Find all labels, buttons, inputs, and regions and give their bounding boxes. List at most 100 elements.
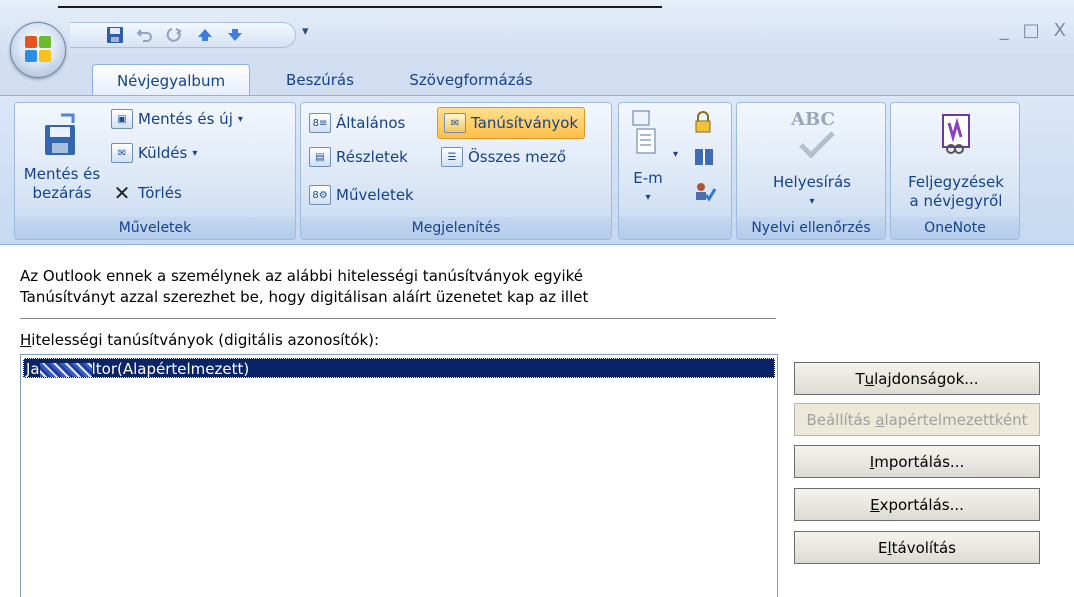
chevron-down-icon: ▾ (192, 147, 198, 159)
send-label: Küldés (138, 144, 188, 162)
save-close-button[interactable]: Mentés és bezárás (23, 109, 101, 217)
btn-text: xportálás... (879, 495, 964, 514)
ribbon: Mentés és bezárás ▣ Mentés és új ▾ ✉ Kül… (0, 95, 1074, 245)
set-default-button[interactable]: Beállítás a lapértelmezettként (794, 403, 1040, 436)
onenote-label-2: a névjegyről (909, 192, 1003, 210)
remove-button[interactable]: El távolítás (794, 531, 1040, 564)
office-button[interactable] (10, 22, 66, 78)
group-muveletek: Mentés és bezárás ▣ Mentés és új ▾ ✉ Kül… (14, 102, 296, 240)
ribbon-tab-row: Névjegyalbum Beszúrás Szövegformázás ? (0, 54, 1074, 142)
title-bar: ▾ _ □ X (0, 0, 1074, 54)
arrow-down-icon[interactable] (220, 23, 250, 47)
delete-button[interactable]: ✕ Törlés (111, 181, 182, 205)
btn-text: lapértelmezettként (884, 410, 1028, 429)
activities-button[interactable]: 8⚙ Műveletek (309, 185, 414, 205)
group-label-megjelenites: Megjelenítés (301, 217, 611, 239)
onenote-label-1: Feljegyzések (908, 173, 1004, 191)
general-label: Általános (336, 114, 406, 132)
close-button[interactable]: X (1054, 20, 1066, 41)
spelling-abc-text: ABC (791, 109, 835, 130)
chevron-down-icon: ▾ (645, 192, 651, 203)
minimize-button[interactable]: _ (1000, 20, 1009, 41)
export-button[interactable]: Exportálás... (794, 488, 1040, 521)
redo-icon[interactable] (160, 23, 190, 47)
save-new-icon: ▣ (111, 109, 133, 129)
access-key: u (864, 369, 875, 388)
group-megjelenites: 8≡ Általános ✉ Tanúsítványok ▤ Részletek… (300, 102, 612, 240)
chevron-down-icon: ▾ (237, 113, 243, 125)
certificates-list-label: Hitelességi tanúsítványok (digitális azo… (20, 331, 379, 349)
activities-icon: 8⚙ (309, 185, 331, 205)
activities-label: Műveletek (336, 186, 414, 204)
spelling-label: Helyesírás (773, 173, 851, 191)
cert-name-prefix: Ja (26, 360, 40, 378)
certificates-button[interactable]: ✉ Tanúsítványok (437, 107, 586, 139)
spelling-button[interactable]: ABC Helyesírás ▾ (757, 107, 867, 215)
contact-check-icon[interactable] (693, 181, 717, 207)
arrow-up-icon[interactable] (190, 23, 220, 47)
tab-beszuras[interactable]: Beszúrás (272, 64, 368, 96)
access-key: H (20, 331, 32, 349)
quick-access-toolbar (70, 22, 296, 48)
tab-szovegformazas[interactable]: Szövegformázás (392, 64, 550, 96)
delete-label: Törlés (138, 184, 182, 202)
import-button[interactable]: Importálás... (794, 445, 1040, 478)
group-label-onenote: OneNote (891, 217, 1019, 239)
chevron-down-icon[interactable]: ▾ (673, 149, 678, 160)
btn-text: távolítás (891, 538, 956, 557)
save-close-icon (45, 113, 75, 155)
address-book-icon[interactable] (693, 147, 715, 171)
details-button[interactable]: ▤ Részletek (309, 147, 408, 167)
onenote-notes-button[interactable]: Feljegyzések a névjegyről (897, 107, 1015, 215)
title-divider (58, 6, 662, 8)
window-controls: _ □ X (1000, 20, 1066, 41)
properties-button[interactable]: Tu lajdonságok... (794, 362, 1040, 395)
all-fields-button[interactable]: ☰ Összes mező (441, 147, 566, 167)
email-icon (632, 110, 656, 154)
onenote-icon (942, 114, 970, 154)
delete-icon: ✕ (113, 181, 131, 205)
general-button[interactable]: 8≡ Általános (309, 113, 405, 133)
save-icon[interactable] (100, 23, 130, 47)
details-icon: ▤ (309, 147, 331, 167)
email-button[interactable]: E-m ▾ (629, 109, 667, 209)
btn-text: T (855, 369, 865, 388)
certificate-icon: ✉ (444, 113, 466, 133)
general-icon: 8≡ (309, 113, 331, 133)
details-label: Részletek (336, 148, 408, 166)
lock-icon[interactable] (693, 111, 713, 137)
btn-text: Beállítás (806, 410, 876, 429)
chevron-down-icon: ▾ (809, 196, 815, 207)
list-item[interactable]: Ja ltor(Alapértelmezett) (23, 358, 775, 378)
qat-customize-dropdown[interactable]: ▾ (302, 24, 309, 39)
save-close-label-2: bezárás (32, 184, 92, 202)
certificates-page: Az Outlook ennek a személynek az alábbi … (0, 245, 1074, 597)
save-close-label-1: Mentés és (23, 165, 101, 183)
group-onenote: Feljegyzések a névjegyről OneNote (890, 102, 1020, 240)
cert-name-suffix: ltor(Alapértelmezett) (91, 360, 250, 378)
redacted-text (39, 362, 92, 377)
access-key: E (870, 495, 880, 514)
info-text-line-2: Tanúsítványt azzal szerezhet be, hogy di… (20, 288, 589, 306)
undo-icon[interactable] (130, 23, 160, 47)
checkmark-icon (799, 131, 835, 159)
btn-text: lajdonságok... (874, 369, 979, 388)
separator (20, 318, 776, 319)
send-button[interactable]: ✉ Küldés ▾ (111, 143, 197, 163)
btn-text: mportálás... (874, 452, 965, 471)
save-new-button[interactable]: ▣ Mentés és új ▾ (111, 109, 243, 129)
access-key: a (875, 410, 885, 429)
group-label-muveletek: Műveletek (15, 217, 295, 239)
maximize-button[interactable]: □ (1023, 20, 1040, 41)
all-fields-icon: ☰ (441, 147, 463, 167)
group-options: E-m ▾ ▾ (618, 102, 732, 240)
tab-nevjegyalbum[interactable]: Névjegyalbum (92, 64, 250, 96)
certificates-list[interactable]: Ja ltor(Alapértelmezett) (20, 354, 778, 597)
list-label-text: itelességi tanúsítványok (digitális azon… (31, 331, 380, 349)
group-label-proofing: Nyelvi ellenőrzés (737, 217, 885, 239)
group-proofing: ABC Helyesírás ▾ Nyelvi ellenőrzés (736, 102, 886, 240)
certificates-label: Tanúsítványok (471, 114, 579, 132)
save-new-label: Mentés és új (138, 110, 233, 128)
office-logo-icon (25, 36, 53, 64)
send-icon: ✉ (111, 143, 133, 163)
